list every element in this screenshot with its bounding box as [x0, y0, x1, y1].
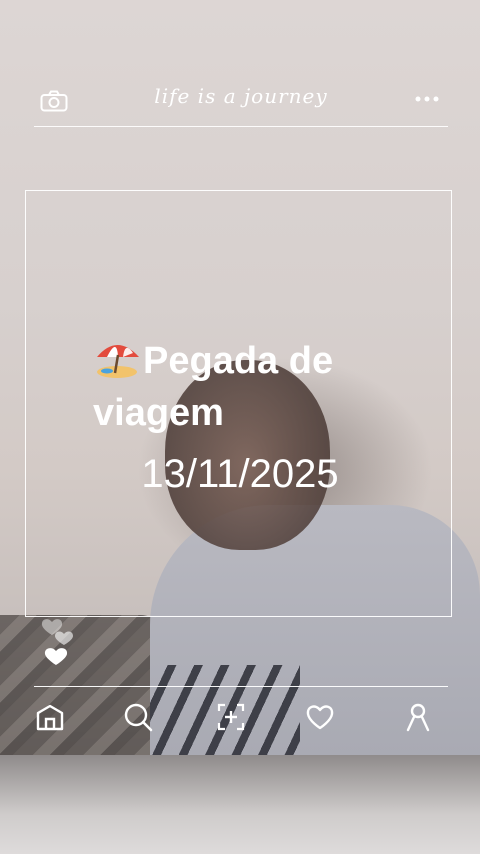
photo-bottom-blur: [0, 755, 480, 854]
more-dots-icon[interactable]: [414, 94, 440, 104]
tagline: life is a journey: [154, 84, 328, 108]
beach-umbrella-emoji: [97, 345, 139, 378]
floating-hearts-icon[interactable]: [38, 608, 80, 668]
bottom-nav: [34, 686, 448, 747]
search-icon[interactable]: [122, 701, 154, 733]
profile-icon[interactable]: [402, 701, 434, 733]
post-title: Pegada de viagem: [93, 335, 423, 439]
heart-outline-icon[interactable]: [304, 701, 336, 733]
add-post-icon[interactable]: [215, 701, 247, 733]
post-date: 13/11/2025: [141, 452, 339, 496]
home-icon[interactable]: [34, 701, 66, 733]
top-bar: life is a journey: [34, 84, 448, 127]
